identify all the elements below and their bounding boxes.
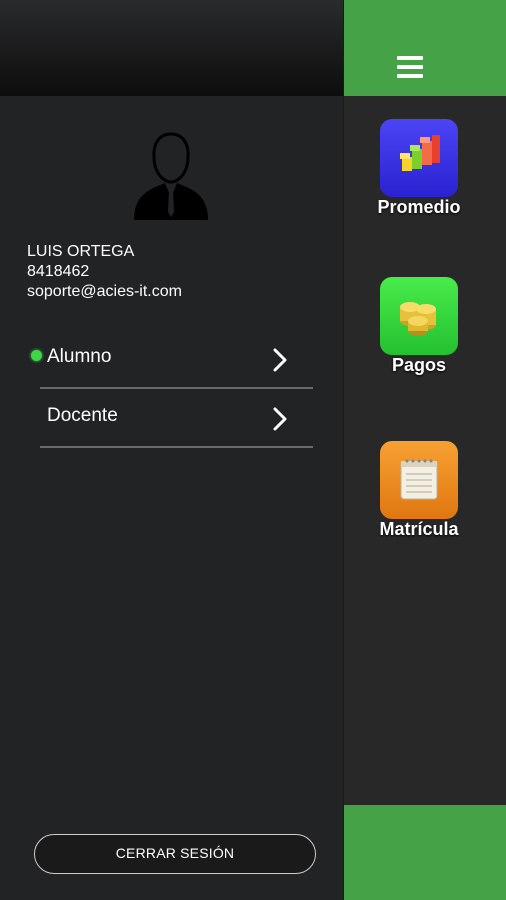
menu-item-label: Alumno [47, 346, 112, 367]
user-avatar-icon [134, 132, 208, 220]
main-panel: Promedio Pagos Matrícula [343, 0, 506, 900]
pagos-label: Pagos [391, 355, 447, 375]
side-drawer: LUIS ORTEGA 8418462 soporte@acies-it.com… [0, 0, 343, 900]
user-info: LUIS ORTEGA 8418462 soporte@acies-it.com [27, 242, 182, 302]
menu-item-alumno[interactable]: Alumno [40, 331, 313, 389]
matricula-tile[interactable] [380, 441, 458, 519]
pagos-tile[interactable] [380, 277, 458, 355]
matricula-label: Matrícula [379, 519, 459, 539]
bar-chart-icon [400, 135, 440, 171]
drawer-header [0, 0, 343, 96]
user-id: 8418462 [27, 263, 90, 280]
coins-icon [400, 302, 436, 336]
chevron-right-icon [273, 407, 287, 431]
menu-item-label: Docente [47, 405, 118, 426]
logout-button[interactable]: CERRAR SESIÓN [34, 834, 316, 874]
chevron-right-icon [273, 348, 287, 372]
bottom-bar [344, 805, 506, 900]
notepad-icon [400, 459, 438, 500]
top-bar [344, 0, 506, 96]
menu-item-docente[interactable]: Docente [40, 390, 313, 448]
hamburger-menu-icon[interactable] [397, 56, 423, 80]
promedio-label: Promedio [377, 197, 461, 217]
user-email: soporte@acies-it.com [27, 283, 182, 300]
user-name: LUIS ORTEGA [27, 243, 135, 260]
promedio-tile[interactable] [380, 119, 458, 197]
